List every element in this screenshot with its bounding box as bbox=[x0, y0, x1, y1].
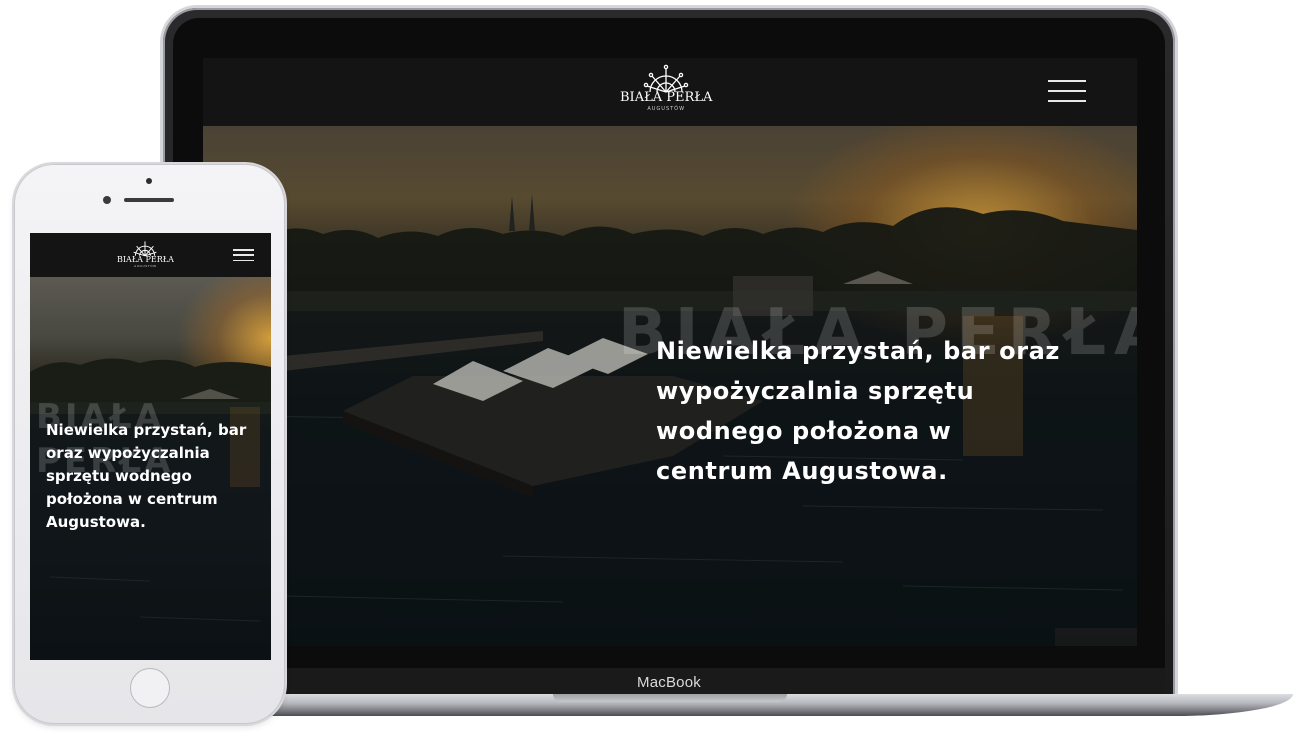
phone-site-header: BIAŁA PERŁA AUGUSTÓW bbox=[30, 233, 271, 277]
phone-screen: BIAŁA PERŁA AUGUSTÓW BIAŁA PERŁA Niewiel… bbox=[30, 233, 271, 660]
phone-menu-button[interactable] bbox=[233, 249, 254, 261]
hamburger-line bbox=[233, 259, 254, 261]
laptop-chin: MacBook bbox=[173, 668, 1165, 696]
site-logo[interactable]: BIAŁA PERŁA AUGUSTÓW bbox=[620, 64, 712, 112]
brand-name: BIAŁA PERŁA bbox=[620, 90, 713, 105]
hamburger-icon bbox=[1048, 80, 1086, 82]
brand-subtitle: AUGUSTÓW bbox=[647, 106, 686, 112]
sensor-dot bbox=[103, 196, 111, 204]
phone-hero-headline: Niewielka przystań, bar oraz wypożyczaln… bbox=[46, 421, 247, 531]
camera-icon bbox=[146, 178, 152, 184]
hamburger-icon bbox=[233, 249, 254, 251]
laptop-notch bbox=[553, 694, 787, 702]
menu-button[interactable] bbox=[1048, 80, 1086, 102]
hamburger-line bbox=[233, 254, 254, 256]
device-label: MacBook bbox=[637, 673, 701, 691]
hero-section: BIAŁA PERŁA Niewielka przystań, bar oraz… bbox=[203, 126, 1137, 646]
laptop-screen: BIAŁA PERŁA AUGUSTÓW BIAŁA PERŁA Niewiel… bbox=[203, 58, 1137, 646]
hamburger-line bbox=[1048, 90, 1086, 92]
brand-name: BIAŁA PERŁA bbox=[117, 255, 174, 264]
phone-hero-section: BIAŁA PERŁA Niewielka przystań, bar oraz… bbox=[30, 277, 271, 660]
brand-subtitle: AUGUSTÓW bbox=[134, 264, 157, 268]
phone-site-logo[interactable]: BIAŁA PERŁA AUGUSTÓW bbox=[117, 239, 174, 268]
hamburger-line bbox=[1048, 100, 1086, 102]
site-header: BIAŁA PERŁA AUGUSTÓW bbox=[203, 58, 1137, 126]
hero-headline: Niewielka przystań, bar oraz wypożyczaln… bbox=[656, 337, 1060, 485]
speaker-grille bbox=[124, 198, 174, 202]
home-button[interactable] bbox=[130, 668, 170, 708]
